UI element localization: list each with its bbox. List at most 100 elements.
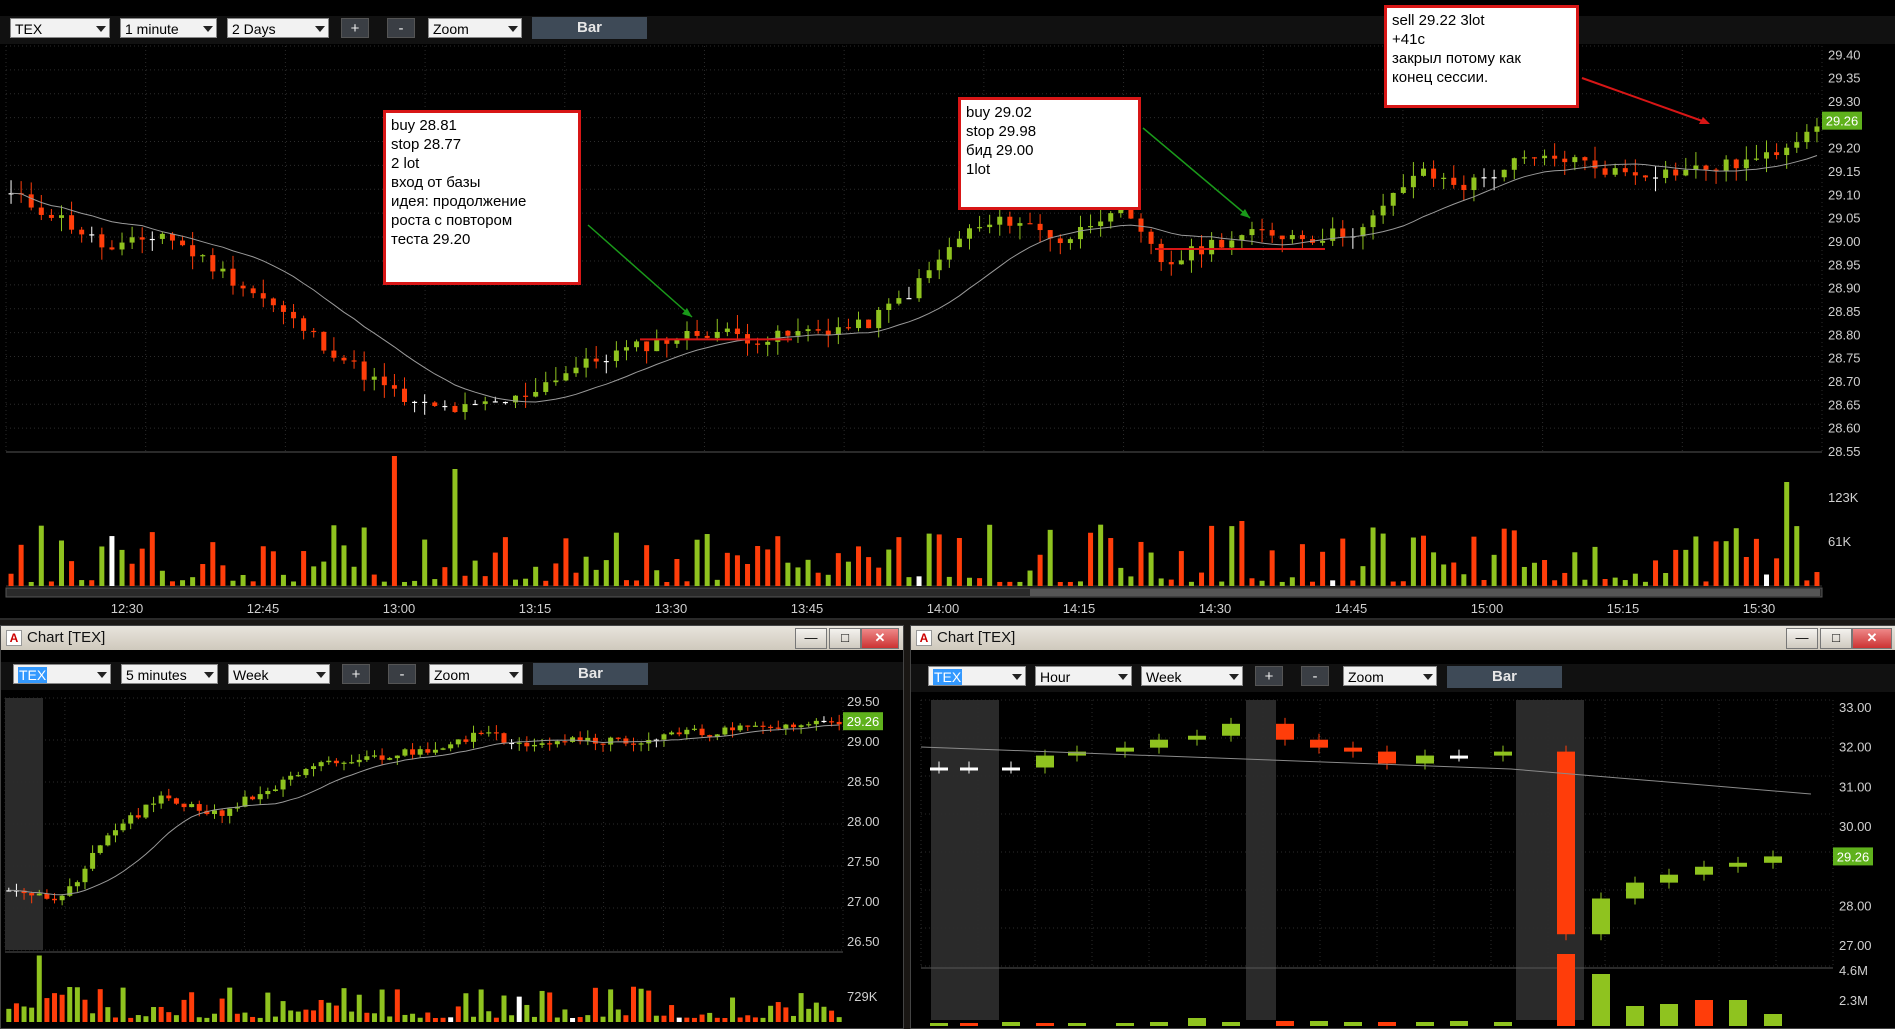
candle [311,766,317,769]
candle [592,737,598,744]
volume-bar [815,572,821,586]
main-price-chart[interactable]: 29.4029.3529.3029.2529.2029.1529.1029.05… [0,40,1895,620]
candle [361,361,367,380]
volume-bar [234,1013,240,1022]
volume-bar [806,1008,812,1022]
volume-bar [745,1015,751,1022]
zoom-out-button[interactable]: - [388,664,416,684]
candle [364,756,370,760]
volume-bar [1416,1022,1434,1026]
range-select[interactable]: Week [228,664,330,684]
candle [129,237,135,243]
candle [1632,172,1638,176]
closed-session-band [1246,700,1276,1020]
candle [38,207,44,215]
note-line: buy 29.02 [966,104,1032,121]
volume-bar [704,534,710,586]
volume-axis-label: 4.6M [1839,963,1868,978]
chart-5min[interactable]: 29.50 29.00 28.50 28.00 27.50 27.00 26.50 29.26… [1,692,901,1028]
volume-bar [1209,525,1215,586]
candle [1562,158,1568,163]
bar-style-button[interactable]: Bar [1447,666,1562,688]
bar-style-button[interactable]: Bar [532,17,647,39]
chevron-down-icon [1423,674,1433,680]
zoom-out-button[interactable]: - [1301,666,1329,686]
price-axis-label: 28.90 [1828,281,1861,296]
candle [105,835,111,846]
candle [730,727,736,731]
maximize-icon[interactable]: □ [829,628,861,649]
volume-bar [212,1013,217,1022]
volume-bar [585,1015,591,1022]
candle [1410,175,1416,188]
volume-bar [654,570,660,586]
zoom-out-button[interactable]: - [387,18,415,38]
range-select[interactable]: Week [1141,666,1243,686]
volume-bar [592,987,598,1022]
volume-bar [1612,577,1618,586]
interval-select[interactable]: 1 minute [120,18,217,38]
price-axis-label: 31.00 [1839,779,1872,794]
candle [785,330,791,336]
candle [1622,168,1628,173]
zoom-select[interactable]: Zoom [428,18,522,38]
candle [1491,177,1497,179]
candle [1209,239,1215,255]
candle [1683,169,1689,176]
symbol-select[interactable]: TEX [13,664,111,684]
zoom-in-button[interactable]: + [342,664,370,684]
chevron-down-icon [315,26,325,32]
candle [603,361,609,363]
candle [295,775,301,777]
volume-bar [295,1011,301,1022]
volume-bar [90,1013,96,1022]
candle [1481,177,1487,179]
candle [795,331,801,336]
volume-bar [765,549,771,586]
candle [265,791,271,795]
candle [44,893,50,899]
candle [1626,882,1644,899]
close-icon[interactable]: ✕ [1852,628,1892,649]
volume-bar [987,524,993,586]
volume-bar [543,580,549,586]
volume-bar [173,1015,179,1022]
volume-bar [593,569,599,586]
candle [825,330,831,335]
zoom-in-button[interactable]: + [1255,666,1283,686]
volume-bar [1461,574,1467,586]
symbol-select[interactable]: TEX [928,666,1026,686]
volume-bar [230,580,236,586]
volume-bar [783,1007,789,1022]
volume-bar [1660,1004,1678,1026]
volume-bar [387,1016,393,1022]
zoom-select[interactable]: Zoom [1343,666,1437,686]
minimize-icon[interactable]: — [795,628,827,649]
volume-bar [59,994,65,1022]
candle [1660,874,1678,883]
zoom-select[interactable]: Zoom [429,664,523,684]
candle [280,305,286,312]
candle [143,804,149,818]
volume-bar [190,577,196,586]
symbol-select[interactable]: TEX [10,18,110,38]
chart-hour[interactable]: 33.00 32.00 31.00 30.00 28.00 27.00 29.26 4.6M 2… [911,694,1895,1028]
volume-bar [886,549,892,586]
interval-select[interactable]: Hour [1035,666,1132,686]
candle [1501,169,1507,178]
volume-bar [417,1017,423,1022]
range-select[interactable]: 2 Days [227,18,329,38]
bar-style-button[interactable]: Bar [533,663,648,685]
zoom-in-button[interactable]: + [341,18,369,38]
volume-bar [1511,530,1517,586]
volume-bar [691,1017,697,1022]
candle [349,762,355,764]
volume-bar [1344,1022,1362,1026]
maximize-icon[interactable]: □ [1820,628,1852,649]
close-icon[interactable]: ✕ [861,628,899,649]
minimize-icon[interactable]: — [1786,628,1818,649]
candle [227,808,233,816]
candle [886,303,892,310]
volume-bar [926,533,932,586]
interval-select[interactable]: 5 minutes [121,664,218,684]
